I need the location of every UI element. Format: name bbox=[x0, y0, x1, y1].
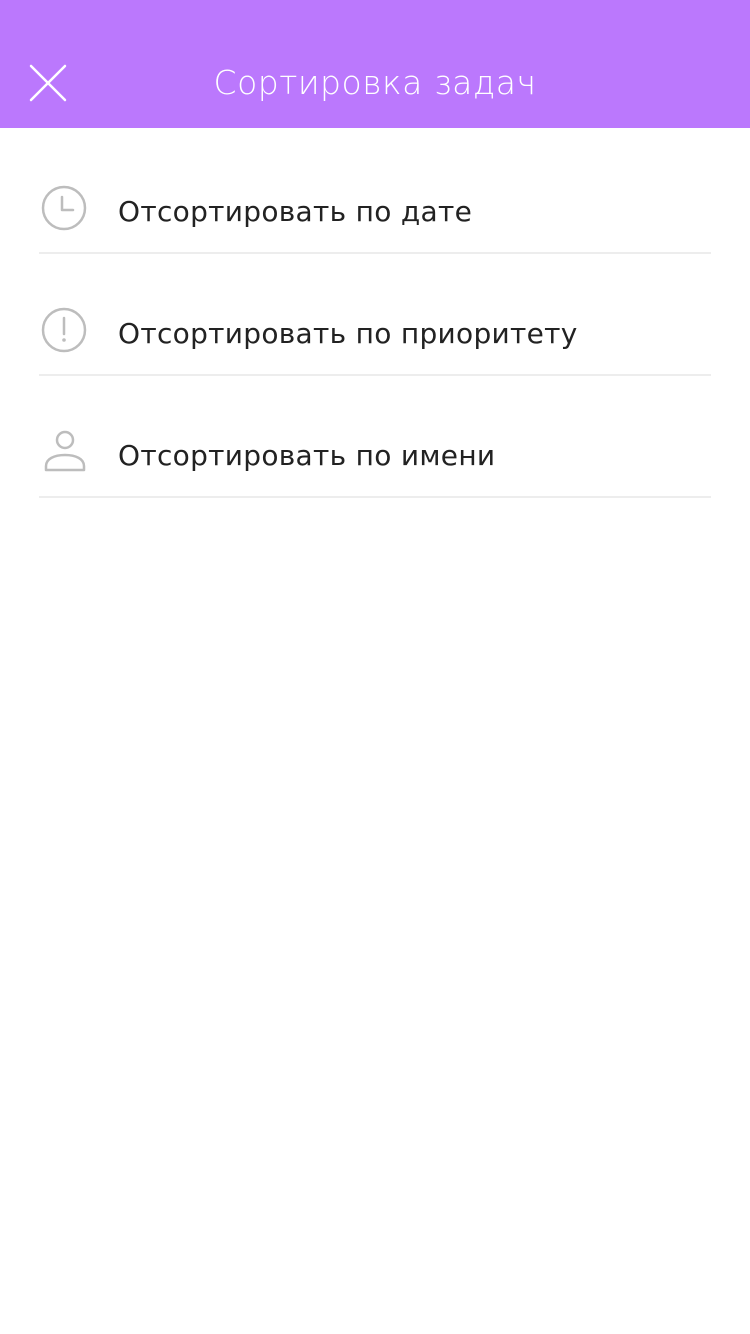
sort-by-priority-option[interactable]: Отсортировать по приоритету bbox=[0, 250, 750, 376]
divider bbox=[39, 496, 711, 498]
header-bar: Сортировка задач bbox=[0, 0, 750, 128]
sort-by-date-label: Отсортировать по дате bbox=[118, 195, 473, 228]
clock-icon bbox=[40, 184, 88, 232]
sort-options-list: Отсортировать по дате Отсортировать по п… bbox=[0, 128, 750, 498]
person-icon bbox=[40, 428, 88, 476]
sort-by-name-option[interactable]: Отсортировать по имени bbox=[0, 372, 750, 498]
page-title: Сортировка задач bbox=[213, 63, 537, 102]
sort-by-priority-label: Отсортировать по приоритету bbox=[118, 317, 578, 350]
exclamation-circle-icon bbox=[40, 306, 88, 354]
sort-by-date-option[interactable]: Отсортировать по дате bbox=[0, 128, 750, 254]
sort-by-name-label: Отсортировать по имени bbox=[118, 439, 496, 472]
